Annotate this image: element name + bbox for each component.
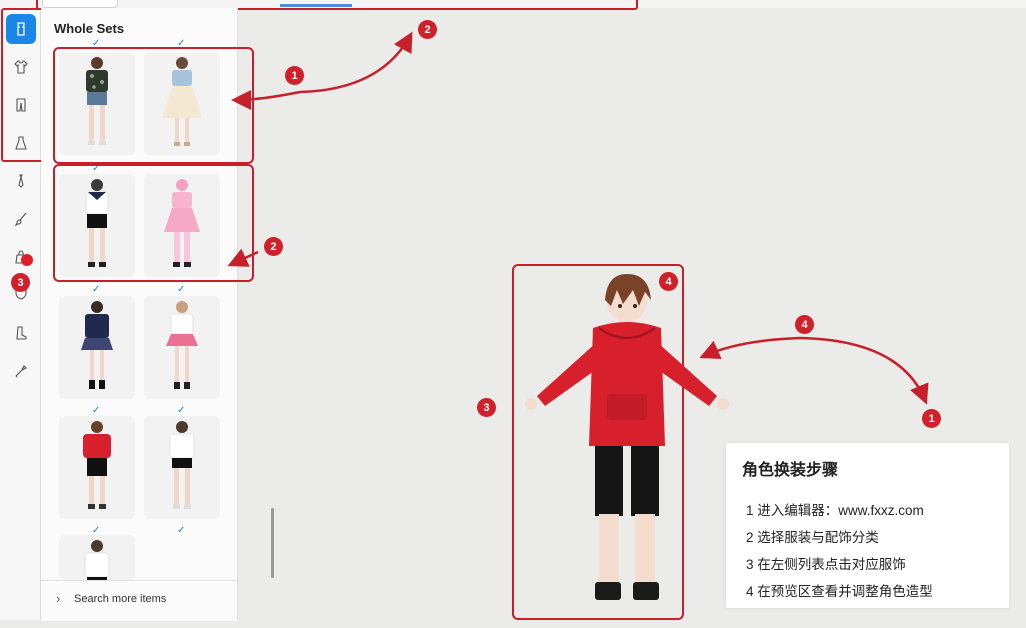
selected-check-icon: ✓ [177,284,186,295]
outfit-thumbnail [166,301,198,389]
brush-icon [14,212,27,226]
annotation-badge: 2 [264,237,283,256]
steps-info-box: 角色换装步骤 1 进入编辑器：www.fxxz.com 2 选择服装与配饰分类 … [726,443,1009,608]
annotation-badge: 1 [922,409,941,428]
rail-item-brush[interactable] [6,204,36,234]
notification-dot [21,254,33,266]
outfit-card-white-tee-partial[interactable] [59,535,135,580]
annotation-badge: 4 [795,315,814,334]
tie-icon [18,174,24,188]
annotation-badge: 3 [477,398,496,417]
tool-icon [15,364,28,378]
step-line: 4 在预览区查看并调整角色造型 [746,584,933,599]
chevron-right-icon: › [56,591,61,606]
annotation-badge: 2 [418,20,437,39]
selected-check-icon: ✓ [92,284,101,295]
annotation-badge: 1 [285,66,304,85]
selected-check-icon: ✓ [92,525,101,536]
step-line: 1 进入编辑器：www.fxxz.com [746,503,924,518]
rail-item-boot[interactable] [6,318,36,348]
steps-title: 角色换装步骤 [742,462,839,479]
selected-check-icon: ✓ [177,405,186,416]
rail-item-tool[interactable] [6,356,36,386]
outfit-thumbnail [84,540,110,580]
outfit-thumbnail [81,301,113,389]
outfit-thumbnail [169,421,195,509]
panel-scrollbar[interactable] [271,508,274,578]
outfit-card-navy-school-uniform[interactable] [59,296,135,399]
character-model [525,274,729,600]
step-line: 2 选择服装与配饰分类 [746,530,879,545]
annotation-badge: 4 [659,272,678,291]
step-line: 3 在左侧列表点击对应服饰 [746,557,906,572]
search-more-bar[interactable]: › Search more items [41,580,237,621]
outfit-card-pink-plaid-skirt[interactable] [144,296,220,399]
annotation-highlight-row1 [53,47,254,164]
panel-title: Whole Sets [54,21,125,36]
annotation-badge: 3 [11,273,30,292]
selected-check-icon: ✓ [177,525,186,536]
boot-icon [16,326,27,340]
annotation-highlight-rail [1,8,44,162]
outfit-card-white-tee-black-shorts[interactable] [144,416,220,519]
annotation-highlight-row2 [53,164,254,282]
outfit-card-red-hoodie-black-shorts[interactable] [59,416,135,519]
search-more-label: Search more items [74,593,167,605]
rail-item-tie[interactable] [6,166,36,196]
selected-check-icon: ✓ [92,405,101,416]
outfit-thumbnail [83,421,111,509]
